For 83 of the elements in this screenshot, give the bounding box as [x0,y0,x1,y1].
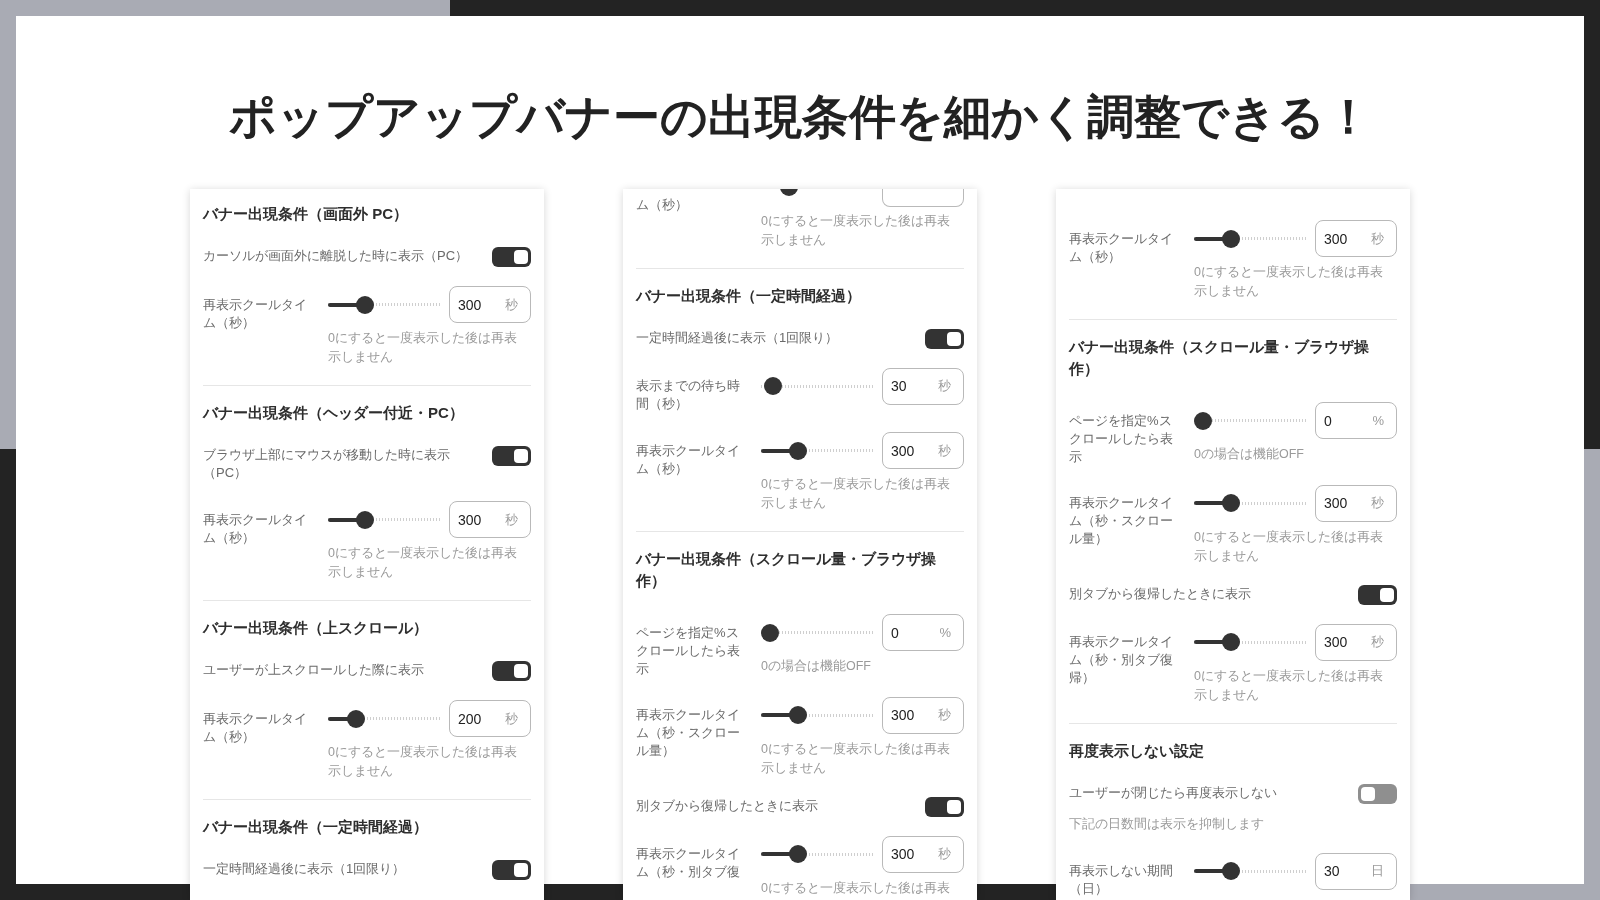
number-field[interactable]: 300 秒 [449,286,531,323]
number-field[interactable]: 0 % [1315,402,1397,439]
unit-label: 秒 [938,377,951,395]
unit-label: 秒 [938,441,951,460]
toggle-switch[interactable] [492,247,531,267]
number-field[interactable] [882,189,964,207]
unit-label: 秒 [1371,229,1384,248]
slider-thumb[interactable] [346,709,365,728]
number-field[interactable]: 300 秒 [1315,623,1397,661]
toggle-switch[interactable] [1358,584,1397,605]
setting-label: 一定時間経過後に表示（1回限り） [203,860,407,878]
unit-label: 秒 [505,295,518,314]
toggle-switch[interactable] [492,446,531,466]
section-heading: バナー出現条件（スクロール量・ブラウザ操作） [636,549,937,591]
toggle-switch[interactable] [925,796,964,817]
unit-label: % [1372,413,1384,428]
toggle-switch[interactable] [1358,783,1397,804]
section-heading: バナー出現条件（スクロール量・ブラウザ操作） [1069,337,1370,379]
slider-thumb[interactable] [763,377,782,395]
slider-thumb[interactable] [356,510,375,529]
slider-thumb[interactable] [1222,862,1241,880]
section-heading: 再度表示しない設定 [1069,740,1205,761]
setting-label: 再表示クールタイム（秒） [203,295,308,332]
setting-label: 再表示クールタイム（秒・スクロール量） [1069,494,1174,548]
setting-label: カーソルが画面外に離脱した時に表示（PC） [203,247,470,265]
section-heading: バナー出現条件（上スクロール） [203,618,429,638]
number-field[interactable]: 30 秒 [882,367,964,405]
setting-label: 再表示クールタイム（秒・別タブ復 [636,845,741,881]
setting-label: 再表示クールタイム（秒） [1069,229,1174,266]
slider-thumb[interactable] [761,623,779,642]
number-field[interactable]: 0 % [882,614,964,651]
toggle-switch[interactable] [492,860,531,880]
hint-text: 0の場合は機能OFF [761,658,872,675]
number-field[interactable]: 300 秒 [1315,484,1397,522]
slider-thumb[interactable] [789,845,808,863]
unit-label: 秒 [938,706,951,724]
setting-label: 再表示クールタイム（秒） [636,441,741,478]
number-field[interactable]: 200 秒 [449,700,531,737]
slider-thumb[interactable] [789,706,808,724]
setting-label: 一定時間経過後に表示（1回限り） [636,328,840,347]
setting-label: 別タブから復帰したときに表示 [636,796,819,815]
toggle-switch[interactable] [925,328,964,349]
number-field[interactable]: 300 秒 [1315,220,1397,257]
setting-label: ユーザーが閉じたら再度表示しない [1069,783,1278,802]
setting-label: 再表示クールタイム（秒） [203,709,308,746]
setting-label: ユーザーが上スクロールした際に表示 [203,661,425,679]
setting-label: ブラウザ上部にマウスが移動した時に表示（PC） [203,446,451,482]
setting-label: ム（秒） [636,196,689,214]
setting-label: 再表示クールタイム（秒・別タブ復帰） [1069,633,1174,687]
slider-thumb[interactable] [789,441,808,460]
toggle-switch[interactable] [492,661,531,681]
section-heading: バナー出現条件（一定時間経過） [203,817,429,837]
unit-label: % [939,625,951,640]
number-field[interactable]: 300 秒 [882,835,964,873]
slider-thumb[interactable] [1194,411,1212,430]
section-heading: バナー出現条件（ヘッダー付近・PC） [203,403,465,423]
number-field[interactable]: 300 秒 [882,696,964,734]
unit-label: 日 [1371,862,1384,880]
unit-label: 秒 [1371,494,1384,512]
setting-label: 再表示しない期間（日） [1069,862,1174,898]
setting-label: ページを指定%スクロールしたら表示 [636,623,741,678]
hint-text: 0の場合は機能OFF [1194,446,1305,463]
slide-title: ポップアップバナーの出現条件を細かく調整できる！ [228,89,1372,145]
unit-label: 秒 [505,510,518,529]
unit-label: 秒 [1371,633,1384,651]
slider-thumb[interactable] [1222,633,1241,651]
setting-label: 再表示クールタイム（秒） [203,510,308,547]
slider-thumb[interactable] [1222,494,1241,512]
number-field[interactable]: 30 日 [1315,852,1397,890]
slider-thumb[interactable] [779,189,798,196]
section-heading: バナー出現条件（一定時間経過） [636,285,862,306]
number-field[interactable]: 300 秒 [449,501,531,538]
section-heading: バナー出現条件（画面外 PC） [203,204,409,224]
hint-text: 下記の日数間は表示を抑制します [1069,815,1265,833]
unit-label: 秒 [505,709,518,728]
setting-label: 表示までの待ち時間（秒） [636,377,741,413]
setting-label: ページを指定%スクロールしたら表示 [1069,411,1174,466]
slider-thumb[interactable] [356,295,375,314]
slider-thumb[interactable] [1222,229,1241,248]
unit-label: 秒 [938,845,951,863]
setting-label: 別タブから復帰したときに表示 [1069,584,1252,603]
setting-label: 再表示クールタイム（秒・スクロール量） [636,706,741,760]
number-field[interactable]: 300 秒 [882,432,964,469]
